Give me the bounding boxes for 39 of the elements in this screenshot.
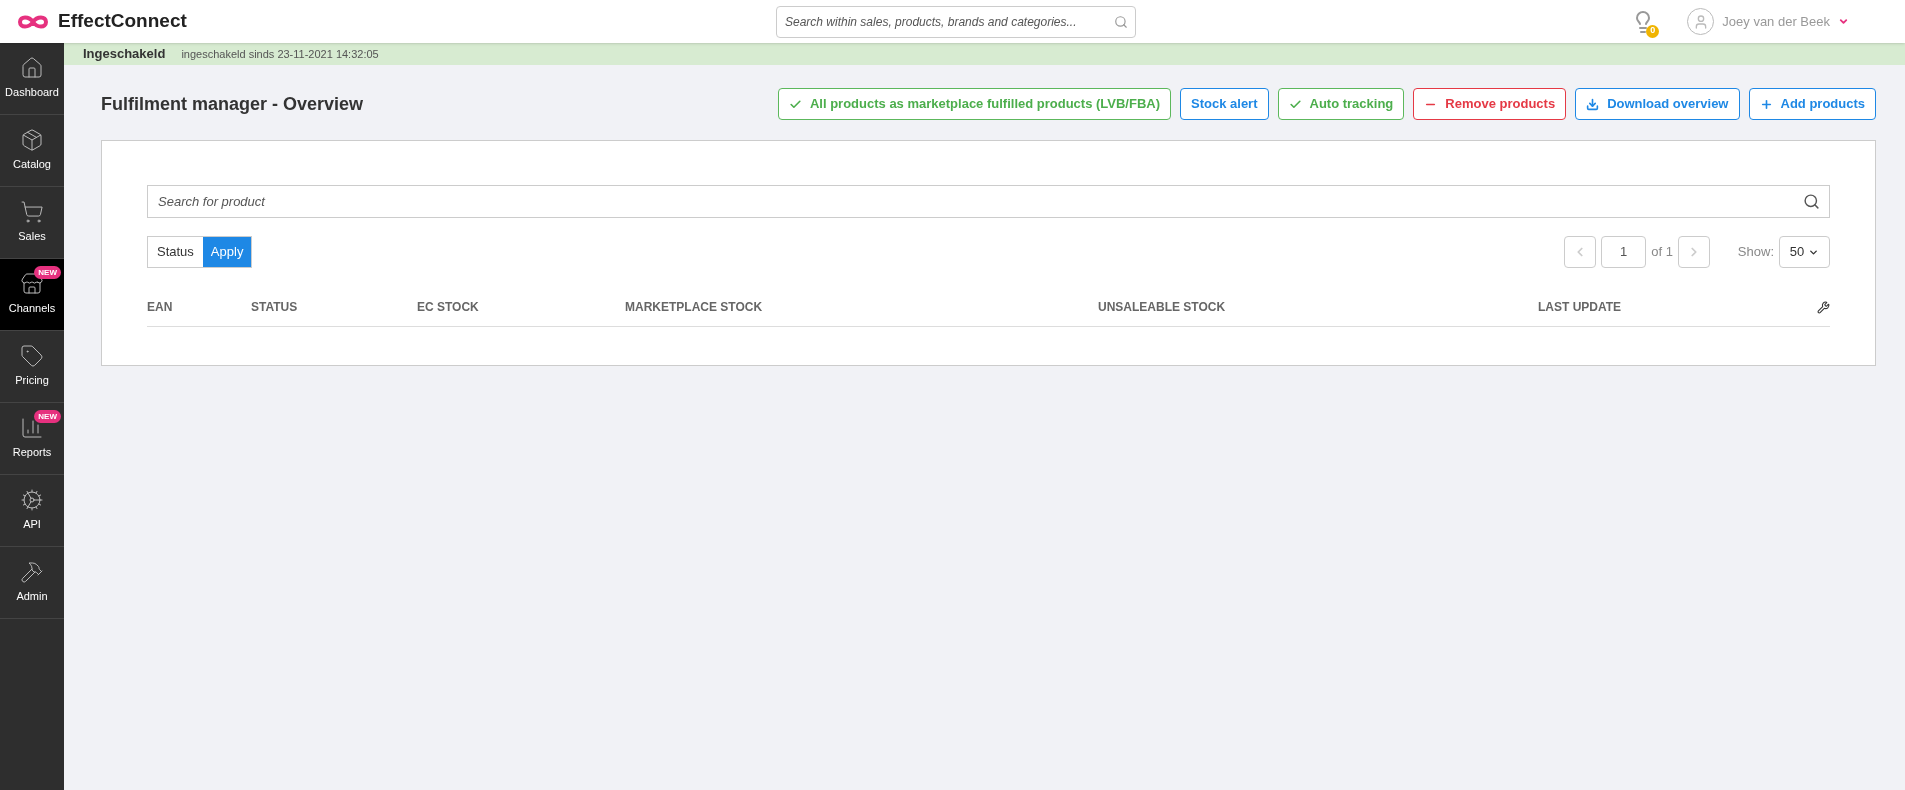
search-icon (1803, 193, 1820, 210)
column-header: UNSALEABLE STOCK (1098, 299, 1227, 316)
column-header: EAN (147, 299, 174, 316)
search-icon (1114, 14, 1128, 29)
box-icon (20, 128, 44, 153)
next-page-button[interactable] (1677, 236, 1710, 268)
column-header: EC STOCK (417, 299, 480, 316)
notification-count: 0 (1646, 24, 1660, 38)
house-icon (20, 56, 44, 81)
caret-icon[interactable] (1838, 16, 1849, 27)
infinity-logo-icon (16, 13, 50, 30)
hammer-icon (20, 560, 44, 585)
apply-button[interactable]: Apply (202, 237, 252, 267)
check-icon (788, 97, 802, 111)
action-button[interactable]: Download overview (1575, 88, 1740, 120)
status-detail: ingeschakeld sinds 23-11-2021 14:32:05 (181, 46, 379, 62)
logo-text: EffectConnect (58, 9, 187, 34)
download-icon (1586, 97, 1600, 111)
cart-icon (20, 200, 44, 225)
page-count: of 1 (1651, 243, 1673, 262)
page-title: Fulfilment manager - Overview (101, 92, 365, 116)
gear-icon (20, 488, 44, 513)
global-search-field[interactable]: Search within sales, products, brands and categories... (776, 5, 1136, 38)
action-button[interactable]: Add products (1748, 88, 1876, 120)
status-title: Ingeschakeld (83, 45, 166, 64)
column-header: STATUS (251, 299, 299, 316)
plus-icon (1759, 97, 1773, 111)
action-button[interactable]: Stock alert (1180, 88, 1269, 120)
previous-page-button[interactable] (1564, 236, 1597, 268)
check-icon (1288, 97, 1302, 111)
page-size-select[interactable]: 50 (1779, 236, 1830, 268)
page-number-field[interactable]: 1 (1601, 236, 1647, 268)
tag-icon (20, 344, 44, 369)
show-label: Show: (1737, 243, 1774, 262)
action-button[interactable]: Remove products (1413, 88, 1567, 120)
product-search-field[interactable]: Search for product (147, 185, 1830, 218)
wrench-icon[interactable] (1817, 300, 1830, 314)
column-header: LAST UPDATE (1538, 299, 1623, 316)
column-header: MARKETPLACE STOCK (625, 299, 764, 316)
